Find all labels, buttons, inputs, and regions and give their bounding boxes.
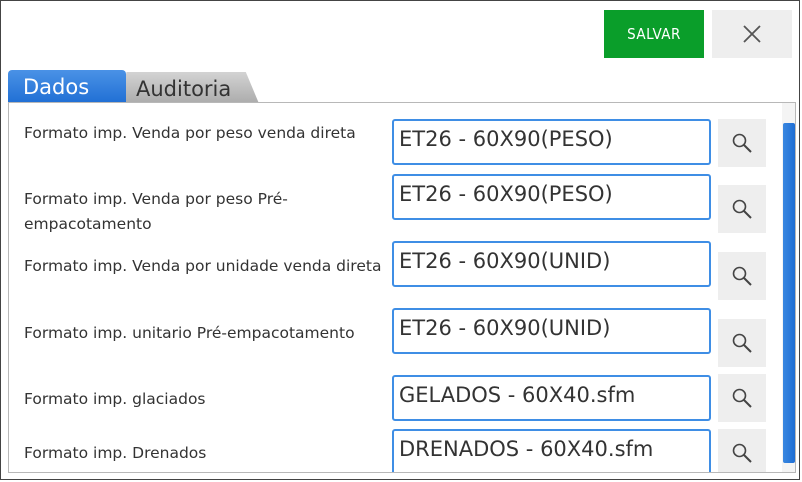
search-icon xyxy=(732,443,752,463)
search-button[interactable] xyxy=(718,185,766,233)
field-label: Formato imp. Venda por peso venda direta xyxy=(24,124,356,142)
format-field[interactable]: ET26 - 60X90(PESO) xyxy=(392,119,711,165)
format-field[interactable]: ET26 - 60X90(PESO) xyxy=(392,174,711,220)
format-field[interactable]: ET26 - 60X90(UNID) xyxy=(392,308,711,354)
format-field[interactable]: GELADOS - 60X40.sfm xyxy=(392,375,711,421)
field-label: Formato imp. Venda por unidade venda dir… xyxy=(24,257,382,275)
tab-dados[interactable]: Dados xyxy=(8,70,126,104)
scrollbar-thumb[interactable] xyxy=(783,123,795,463)
search-button[interactable] xyxy=(718,429,766,472)
save-button[interactable]: SALVAR xyxy=(604,10,704,58)
field-label: Formato imp. Drenados xyxy=(24,444,207,462)
format-field[interactable]: ET26 - 60X90(UNID) xyxy=(392,241,711,287)
search-icon xyxy=(732,199,752,219)
search-icon xyxy=(732,388,752,408)
search-button[interactable] xyxy=(718,374,766,422)
search-icon xyxy=(732,333,752,353)
format-field[interactable]: DRENADOS - 60X40.sfm xyxy=(392,429,711,472)
search-icon xyxy=(732,266,752,286)
vertical-scrollbar[interactable] xyxy=(782,103,795,472)
search-button[interactable] xyxy=(718,319,766,367)
search-button[interactable] xyxy=(718,119,766,167)
close-button[interactable] xyxy=(712,10,792,58)
field-label: Formato imp. Venda por peso Pré-empacota… xyxy=(24,190,288,233)
field-label: Formato imp. unitario Pré-empacotamento xyxy=(24,324,355,342)
tab-auditoria[interactable]: Auditoria xyxy=(118,72,260,106)
field-label: Formato imp. glaciados xyxy=(24,390,206,408)
form-panel: Formato imp. Venda por peso venda direta… xyxy=(8,102,796,473)
close-icon xyxy=(743,25,761,43)
search-button[interactable] xyxy=(718,252,766,300)
search-icon xyxy=(732,133,752,153)
